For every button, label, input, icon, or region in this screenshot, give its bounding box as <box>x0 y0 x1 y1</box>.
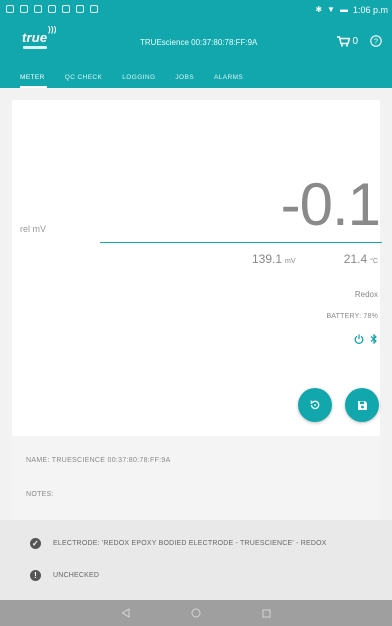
reading-divider <box>100 242 382 243</box>
check-status: UNCHECKED <box>53 572 100 579</box>
check-circle-icon: ✓ <box>30 538 41 549</box>
help-button[interactable]: ? <box>370 35 382 47</box>
recents-icon <box>262 609 271 617</box>
mv-reading: 139.1 mV <box>252 252 296 266</box>
save-icon <box>357 400 367 410</box>
temperature-unit: °C <box>370 258 378 265</box>
tab-logging[interactable]: LOGGING <box>112 64 165 88</box>
tab-qc-check[interactable]: QC CHECK <box>55 64 113 88</box>
back-icon <box>121 608 130 618</box>
reading-label: rel mV <box>20 224 47 234</box>
save-button[interactable] <box>345 388 379 422</box>
cart-count: 0 <box>352 35 358 47</box>
electrode-row[interactable]: ✓ ELECTRODE: 'REDOX EPOXY BODIED ELECTRO… <box>30 538 327 549</box>
bluetooth-icon[interactable] <box>370 334 378 344</box>
app-bar: true ))) TRUEscience 00:37:80:78:FF:9A 0… <box>0 22 392 64</box>
electrode-label: ELECTRODE: 'REDOX EPOXY BODIED ELECTRODE… <box>53 540 327 547</box>
meter-card <box>12 100 380 436</box>
cart-icon <box>337 35 351 47</box>
wifi-icon: ▼ <box>327 5 335 14</box>
notification-icon <box>90 5 98 13</box>
notification-icons <box>6 5 98 13</box>
help-icon: ? <box>370 35 382 47</box>
device-title: TRUEscience 00:37:80:78:FF:9A <box>140 38 258 47</box>
notification-icon <box>48 5 56 13</box>
device-name[interactable]: NAME: TRUESCIENCE 00:37:80:78:FF:9A <box>26 457 171 464</box>
logo-underline <box>23 46 47 49</box>
tab-bar: METER QC CHECK LOGGING JOBS ALARMS <box>0 64 392 88</box>
notification-icon <box>76 5 84 13</box>
true-logo: true ))) <box>22 25 56 49</box>
logo-text: true <box>22 30 48 45</box>
temperature-reading: 21.4 °C <box>344 252 378 266</box>
status-bar: ✱ ▼ ▬ 1:06 p.m <box>0 0 392 22</box>
notes-field[interactable]: NOTES: <box>26 491 54 498</box>
reading-value: -0.1 <box>280 171 381 238</box>
tab-jobs[interactable]: JOBS <box>165 64 204 88</box>
alert-circle-icon: ! <box>30 570 41 581</box>
svg-text:?: ? <box>374 37 378 46</box>
history-icon <box>310 400 320 410</box>
signal-icon: ))) <box>48 25 57 34</box>
power-icon[interactable] <box>354 334 364 344</box>
notification-icon <box>20 5 28 13</box>
bluetooth-icon: ✱ <box>315 5 323 14</box>
back-button[interactable] <box>121 608 130 618</box>
tab-alarms[interactable]: ALARMS <box>204 64 253 88</box>
notification-icon <box>62 5 70 13</box>
notification-icon <box>6 5 14 13</box>
check-status-row[interactable]: ! UNCHECKED <box>30 570 99 581</box>
mv-unit: mV <box>285 258 296 265</box>
info-panel: NAME: TRUESCIENCE 00:37:80:78:FF:9A NOTE… <box>12 436 380 520</box>
home-icon <box>191 608 201 618</box>
cart-button[interactable]: 0 <box>337 36 358 47</box>
system-nav-bar <box>0 600 392 626</box>
mode-label: Redox <box>354 290 378 299</box>
battery-level: BATTERY: 78% <box>326 313 378 320</box>
notification-icon <box>34 5 42 13</box>
recents-button[interactable] <box>262 609 271 618</box>
clock: 1:06 p.m <box>352 5 388 15</box>
home-button[interactable] <box>191 608 201 618</box>
temperature-value: 21.4 <box>343 252 368 266</box>
mv-value: 139.1 <box>252 252 283 266</box>
tab-meter[interactable]: METER <box>20 64 55 88</box>
electrode-panel: ✓ ELECTRODE: 'REDOX EPOXY BODIED ELECTRO… <box>0 520 392 600</box>
battery-icon: ▬ <box>339 5 348 14</box>
calibrate-button[interactable] <box>298 388 332 422</box>
